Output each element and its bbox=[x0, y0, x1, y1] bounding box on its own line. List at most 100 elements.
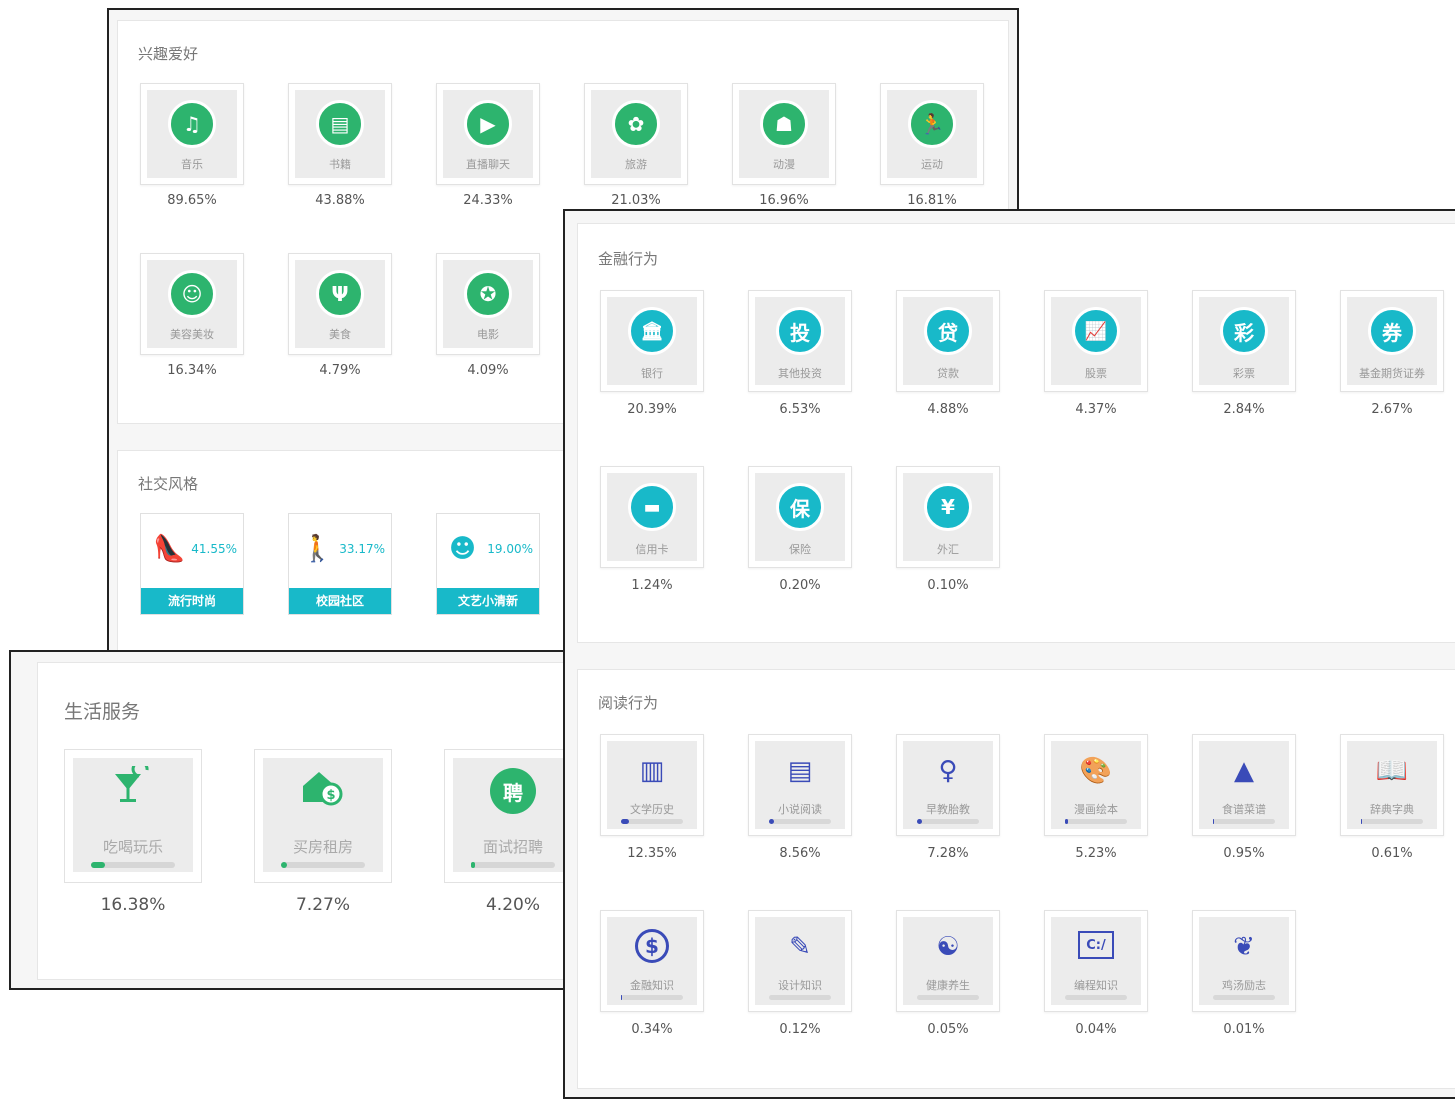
interest-music-pct: 89.65% bbox=[140, 193, 244, 208]
video-chat-icon: ▶ bbox=[464, 100, 512, 148]
social-artsy-label: 文艺小清新 bbox=[437, 588, 539, 614]
reading-terminal[interactable]: C:/编程知识 bbox=[1044, 910, 1148, 1012]
finance-pct: 2.84% bbox=[1192, 402, 1296, 417]
interest-travel-pct: 21.03% bbox=[584, 193, 688, 208]
reading-progress-fill bbox=[917, 819, 922, 824]
reading-dollar-coin[interactable]: $金融知识 bbox=[600, 910, 704, 1012]
finance-fund[interactable]: 券基金期货证券 bbox=[1340, 290, 1444, 392]
life-housing[interactable]: $ 买房租房 bbox=[254, 749, 392, 883]
reading-food-cloche[interactable]: ▲食谱菜谱 bbox=[1192, 734, 1296, 836]
interest-livechat-pct: 24.33% bbox=[436, 193, 540, 208]
finance-pct: 0.10% bbox=[896, 578, 1000, 593]
life-entertainment-fill bbox=[91, 862, 105, 868]
interest-travel[interactable]: ✿ 旅游 bbox=[584, 83, 688, 185]
interest-beauty-pct: 16.34% bbox=[140, 363, 244, 378]
interest-anime[interactable]: ☗ 动漫 bbox=[732, 83, 836, 185]
interest-anime-pct: 16.96% bbox=[732, 193, 836, 208]
reading-progress-bar bbox=[621, 995, 683, 1000]
life-housing-pct: 7.27% bbox=[254, 895, 392, 915]
reading-card: 阅读行为 ▥文学历史12.35%▤小说阅读8.56%♀早教胎教7.28%🎨漫画绘… bbox=[577, 669, 1455, 1089]
reading-pct: 0.61% bbox=[1340, 846, 1444, 861]
reading-pregnancy[interactable]: ♀早教胎教 bbox=[896, 734, 1000, 836]
finance-insurance[interactable]: 保保险 bbox=[748, 466, 852, 568]
food-cloche-icon: ▲ bbox=[1222, 749, 1266, 793]
social-title: 社交风格 bbox=[138, 473, 198, 494]
house-dollar-icon: $ bbox=[301, 766, 345, 810]
interest-music[interactable]: ♫ 音乐 bbox=[140, 83, 244, 185]
novel-icon: ▤ bbox=[778, 749, 822, 793]
life-entertainment[interactable]: 吃喝玩乐 bbox=[64, 749, 202, 883]
reading-progress-bar bbox=[917, 995, 979, 1000]
social-artsy[interactable]: ☻ 19.00% 文艺小清新 bbox=[436, 513, 540, 615]
interest-movie[interactable]: ✪ 电影 bbox=[436, 253, 540, 355]
finance-invest[interactable]: 投其他投资 bbox=[748, 290, 852, 392]
life-card: 生活服务 吃喝玩乐 16.38% $ 买房 bbox=[37, 662, 571, 980]
interest-sports[interactable]: 🏃 运动 bbox=[880, 83, 984, 185]
finance-loan[interactable]: 贷贷款 bbox=[896, 290, 1000, 392]
reading-pct: 0.04% bbox=[1044, 1022, 1148, 1037]
reading-design-tools[interactable]: ✎设计知识 bbox=[748, 910, 852, 1012]
reading-sprout[interactable]: ❦鸡汤励志 bbox=[1192, 910, 1296, 1012]
finance-stock-chart[interactable]: 📈股票 bbox=[1044, 290, 1148, 392]
face-mask-icon: ☺ bbox=[168, 270, 216, 318]
life-title: 生活服务 bbox=[64, 697, 140, 724]
reading-meditation[interactable]: ☯健康养生 bbox=[896, 910, 1000, 1012]
high-heel-icon: 👠 bbox=[153, 534, 185, 564]
finance-forex[interactable]: ¥外汇 bbox=[896, 466, 1000, 568]
reading-progress-bar bbox=[1213, 819, 1275, 824]
reading-novel[interactable]: ▤小说阅读 bbox=[748, 734, 852, 836]
credit-card-icon: ▬ bbox=[628, 483, 676, 531]
social-campus-label: 校园社区 bbox=[289, 588, 391, 614]
finance-lottery[interactable]: 彩彩票 bbox=[1192, 290, 1296, 392]
interest-movie-pct: 4.09% bbox=[436, 363, 540, 378]
life-jobs-fill bbox=[471, 862, 475, 868]
girl-avatar-icon: ☻ bbox=[449, 534, 476, 564]
insurance-icon: 保 bbox=[776, 483, 824, 531]
interest-sports-pct: 16.81% bbox=[880, 193, 984, 208]
reading-pct: 0.12% bbox=[748, 1022, 852, 1037]
life-panel: 生活服务 吃喝玩乐 16.38% $ 买房 bbox=[9, 650, 571, 990]
life-jobs[interactable]: 聘 面试招聘 bbox=[444, 749, 571, 883]
finance-credit-card[interactable]: ▬信用卡 bbox=[600, 466, 704, 568]
reading-dictionary[interactable]: 📖辞典字典 bbox=[1340, 734, 1444, 836]
meditation-icon: ☯ bbox=[926, 925, 970, 969]
film-reel-icon: ✪ bbox=[464, 270, 512, 318]
terminal-icon: C:/ bbox=[1078, 931, 1114, 959]
dictionary-icon: 📖 bbox=[1370, 749, 1414, 793]
reading-progress-bar bbox=[1065, 995, 1127, 1000]
palm-tree-icon: ✿ bbox=[612, 100, 660, 148]
social-campus[interactable]: 🚶 33.17% 校园社区 bbox=[288, 513, 392, 615]
forex-icon: ¥ bbox=[924, 483, 972, 531]
interests-title: 兴趣爱好 bbox=[138, 43, 198, 64]
finance-pct: 0.20% bbox=[748, 578, 852, 593]
walking-people-icon: 🚶 bbox=[301, 534, 333, 564]
finance-pct: 2.67% bbox=[1340, 402, 1444, 417]
reading-bookshelf[interactable]: ▥文学历史 bbox=[600, 734, 704, 836]
reading-progress-bar bbox=[1065, 819, 1127, 824]
reading-palette[interactable]: 🎨漫画绘本 bbox=[1044, 734, 1148, 836]
interest-beauty[interactable]: ☺ 美容美妆 bbox=[140, 253, 244, 355]
reading-pct: 12.35% bbox=[600, 846, 704, 861]
reading-pct: 8.56% bbox=[748, 846, 852, 861]
reading-pct: 0.95% bbox=[1192, 846, 1296, 861]
reading-pct: 5.23% bbox=[1044, 846, 1148, 861]
interest-food[interactable]: Ψ 美食 bbox=[288, 253, 392, 355]
finance-pct: 1.24% bbox=[600, 578, 704, 593]
reading-progress-bar bbox=[621, 819, 683, 824]
finance-bank[interactable]: 🏛银行 bbox=[600, 290, 704, 392]
reading-pct: 7.28% bbox=[896, 846, 1000, 861]
social-fashion[interactable]: 👠 41.55% 流行时尚 bbox=[140, 513, 244, 615]
invest-icon: 投 bbox=[776, 307, 824, 355]
social-fashion-label: 流行时尚 bbox=[141, 588, 243, 614]
interest-books-pct: 43.88% bbox=[288, 193, 392, 208]
reading-progress-bar bbox=[1213, 995, 1275, 1000]
loan-icon: 贷 bbox=[924, 307, 972, 355]
finance-title: 金融行为 bbox=[598, 248, 658, 269]
cocktail-icon bbox=[111, 766, 155, 810]
fund-icon: 券 bbox=[1368, 307, 1416, 355]
finance-pct: 4.37% bbox=[1044, 402, 1148, 417]
lottery-icon: 彩 bbox=[1220, 307, 1268, 355]
hire-icon: 聘 bbox=[490, 768, 536, 814]
interest-livechat[interactable]: ▶ 直播聊天 bbox=[436, 83, 540, 185]
interest-books[interactable]: ▤ 书籍 bbox=[288, 83, 392, 185]
